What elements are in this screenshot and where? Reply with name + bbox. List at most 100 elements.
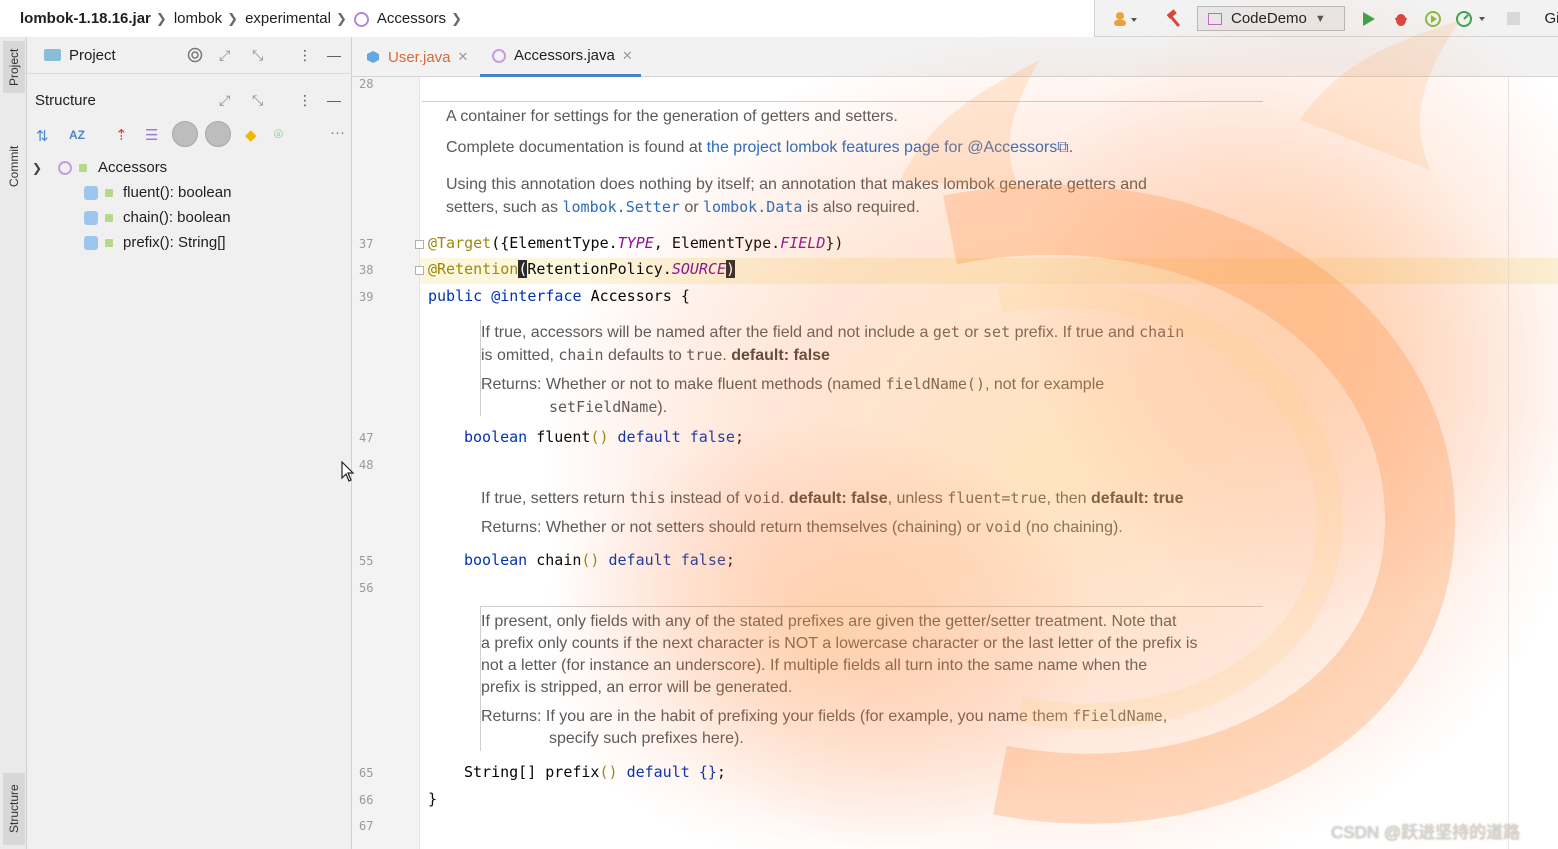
doc-code-link[interactable]: lombok.Data — [703, 198, 802, 216]
collapse-all-icon[interactable]: ⤡ — [252, 47, 263, 64]
code-token: TYPE — [617, 234, 654, 252]
doc-text: or — [959, 324, 984, 341]
doc-external-link[interactable]: the project lombok features page for @Ac… — [707, 139, 1058, 156]
tab-user-java[interactable]: User.java ✕ — [366, 37, 468, 77]
fold-marker-icon[interactable] — [415, 240, 424, 249]
sort-alphabetically-icon[interactable]: AZ — [69, 128, 85, 142]
side-panel: Project ⤢ ⤡ ⋮ — Structure ⤢ ⤡ ⋮ — ⇅ AZ ⇡… — [27, 37, 352, 849]
external-link-icon: ⧉ — [1057, 139, 1069, 156]
tree-node-root[interactable]: ❯ Accessors — [27, 155, 352, 180]
hide-panel-icon[interactable]: — — [327, 47, 341, 63]
code-token: default — [608, 551, 672, 569]
run-icon[interactable] — [1358, 0, 1380, 37]
close-icon[interactable]: ✕ — [458, 49, 469, 65]
public-lock-icon — [79, 164, 87, 172]
run-with-coverage-icon[interactable] — [1422, 0, 1444, 37]
breadcrumb-jar[interactable]: lombok-1.18.16.jar — [20, 10, 151, 27]
doc-bold: default: false — [731, 347, 830, 364]
line-number: 37 — [359, 237, 374, 251]
code-token: ; — [716, 763, 726, 781]
hide-panel-icon[interactable]: — — [327, 92, 341, 108]
doc-code: fFieldName — [1072, 707, 1163, 725]
line-number: 55 — [359, 554, 374, 568]
tree-node-member[interactable]: prefix(): String[] — [27, 230, 352, 255]
fold-marker-icon[interactable] — [415, 266, 424, 275]
tree-node-member[interactable]: fluent(): boolean — [27, 180, 352, 205]
code-token: FIELD — [780, 234, 826, 252]
code-token: false — [689, 428, 735, 446]
doc-text: Returns: If you are in the habit of pref… — [481, 708, 1073, 725]
public-lock-icon — [105, 239, 113, 247]
more-options-icon[interactable]: ··· — [330, 124, 345, 141]
structure-panel-title: Structure — [35, 92, 96, 109]
expand-all-icon[interactable]: ⤢ — [219, 92, 230, 109]
tree-node-member[interactable]: chain(): boolean — [27, 205, 352, 230]
more-options-icon[interactable]: ⋮ — [298, 92, 312, 109]
code-token: ; — [725, 551, 735, 569]
build-hammer-icon[interactable] — [1160, 0, 1188, 37]
doc-bold: default: false — [788, 490, 888, 507]
show-fields-icon[interactable]: ☰ — [145, 126, 158, 144]
code-editor[interactable]: 28 37 38 39 47 48 55 56 65 66 67 A conta… — [352, 77, 1558, 849]
show-inherited-icon[interactable]: ⇡ — [115, 126, 128, 144]
code-token: boolean — [464, 551, 528, 569]
vcs-users-icon[interactable] — [1108, 0, 1144, 37]
structure-tool-tab[interactable]: Structure — [3, 773, 25, 845]
method-icon — [84, 210, 98, 225]
run-configuration-selector[interactable]: CodeDemo ▼ — [1197, 6, 1345, 31]
tab-accessors-java[interactable]: Accessors.java ✕ — [480, 37, 641, 77]
doc-code-link[interactable]: lombok.Setter — [563, 198, 680, 216]
collapse-all-icon[interactable]: ⤡ — [252, 92, 263, 109]
locate-target-icon[interactable] — [187, 47, 203, 66]
annotation-type-icon — [492, 48, 506, 63]
doc-paragraph: Complete documentation is found at the p… — [446, 137, 1073, 159]
project-panel-title[interactable]: Project — [69, 47, 116, 64]
line-number: 28 — [359, 77, 374, 91]
git-label[interactable]: Gi — [1542, 0, 1558, 37]
navigation-bar: lombok-1.18.16.jar ❯ lombok ❯ experiment… — [0, 0, 1558, 37]
stop-icon[interactable] — [1502, 0, 1524, 37]
code-token: RetentionPolicy. — [527, 260, 672, 278]
chevron-right-icon: ❯ — [451, 10, 462, 26]
breadcrumb-package-lombok[interactable]: lombok — [174, 10, 222, 27]
debug-icon[interactable] — [1390, 0, 1412, 37]
doc-text: instead of — [665, 490, 744, 507]
code-token: @Target — [428, 234, 492, 252]
breadcrumb-package-experimental[interactable]: experimental — [245, 10, 331, 27]
commit-tool-tab[interactable]: Commit — [3, 135, 25, 197]
close-icon[interactable]: ✕ — [622, 48, 633, 64]
toggle-filter-button[interactable] — [172, 121, 198, 147]
project-tool-tab-label: Project — [7, 48, 21, 86]
doc-code: true — [686, 346, 723, 364]
profiler-icon[interactable] — [1452, 0, 1492, 37]
project-tool-tab[interactable]: Project — [3, 41, 25, 93]
autoscroll-icon[interactable]: ⌾ — [274, 126, 283, 143]
toggle-filter-button[interactable] — [205, 121, 231, 147]
code-token: ({ElementType. — [491, 234, 618, 252]
code-token: { — [680, 287, 690, 305]
code-token: prefix — [545, 763, 600, 781]
structure-tree: ❯ Accessors fluent(): boolean chain(): b… — [27, 155, 352, 255]
doc-line: Returns: Whether or not setters should r… — [481, 516, 1183, 539]
code-line: } — [428, 790, 437, 808]
doc-line: Returns: If you are in the habit of pref… — [481, 705, 1197, 728]
sort-by-visibility-icon[interactable]: ⇅ — [36, 127, 49, 145]
expand-all-icon[interactable]: ⤢ — [219, 47, 230, 64]
code-token: {} — [698, 763, 717, 781]
code-line: String[] prefix() default {}; — [464, 763, 726, 781]
breadcrumb-accessors[interactable]: Accessors — [377, 10, 446, 27]
line-number: 38 — [359, 263, 374, 277]
chevron-right-icon: ❯ — [227, 10, 239, 26]
code-token: SOURCE — [671, 260, 727, 278]
doc-code: void — [985, 518, 1022, 536]
doc-line: is omitted, chain defaults to true. defa… — [481, 344, 1184, 367]
doc-text: is also required. — [802, 199, 920, 216]
more-options-icon[interactable]: ⋮ — [298, 47, 312, 64]
code-line: public @interface Accessors { — [428, 287, 690, 305]
line-number: 39 — [359, 290, 374, 304]
doc-code: fieldName() — [885, 375, 985, 393]
run-config-icon — [1208, 12, 1222, 25]
chevron-down-icon: ▼ — [1314, 12, 1326, 25]
doc-code: set — [983, 323, 1011, 341]
show-non-public-icon[interactable]: ◆ — [245, 126, 257, 144]
